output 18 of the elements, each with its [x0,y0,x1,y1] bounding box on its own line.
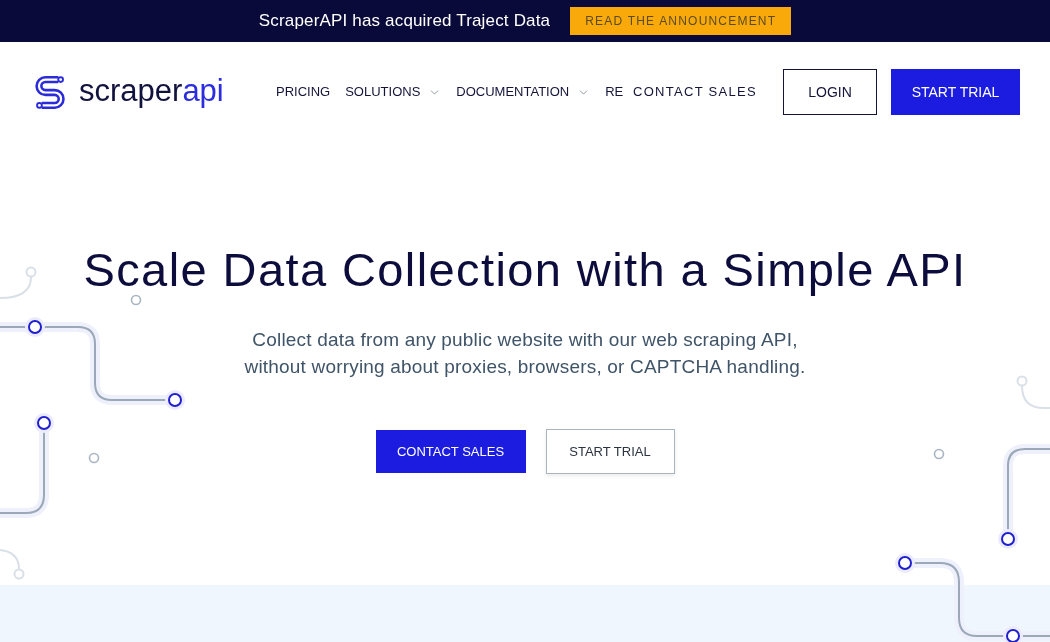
logo-icon [35,74,66,110]
ring-icon [88,452,100,464]
nav-link[interactable]: DOCUMENTATION [456,82,591,102]
login-button[interactable]: LOGIN [783,69,877,115]
nav-link[interactable]: PRICING [276,82,331,102]
start-trial-button[interactable]: START TRIAL [891,69,1020,115]
announcement-button[interactable]: READ THE ANNOUNCEMENT [570,7,792,35]
contact-sales-button[interactable]: CONTACT SALES [375,430,526,473]
start-trial-button[interactable]: START TRIAL [545,429,675,474]
nav-link[interactable]: SOLUTIONS [345,82,442,102]
ring-icon [130,294,142,306]
contact-sales-link[interactable]: CONTACT SALES [630,69,759,115]
ring-icon [933,448,945,460]
hero-subtitle: Collect data from any public website with our web scraping API, without worrying about proxies, browsers, or CAPTCHA handling. [243,328,807,379]
nav-link[interactable]: RE [605,82,624,102]
announcement-text: ScraperAPI has acquired Traject Data [258,10,551,33]
logo-wordmark: scraperapi [79,74,224,110]
hero-title: Scale Data Collection with a Simple API [83,243,967,297]
